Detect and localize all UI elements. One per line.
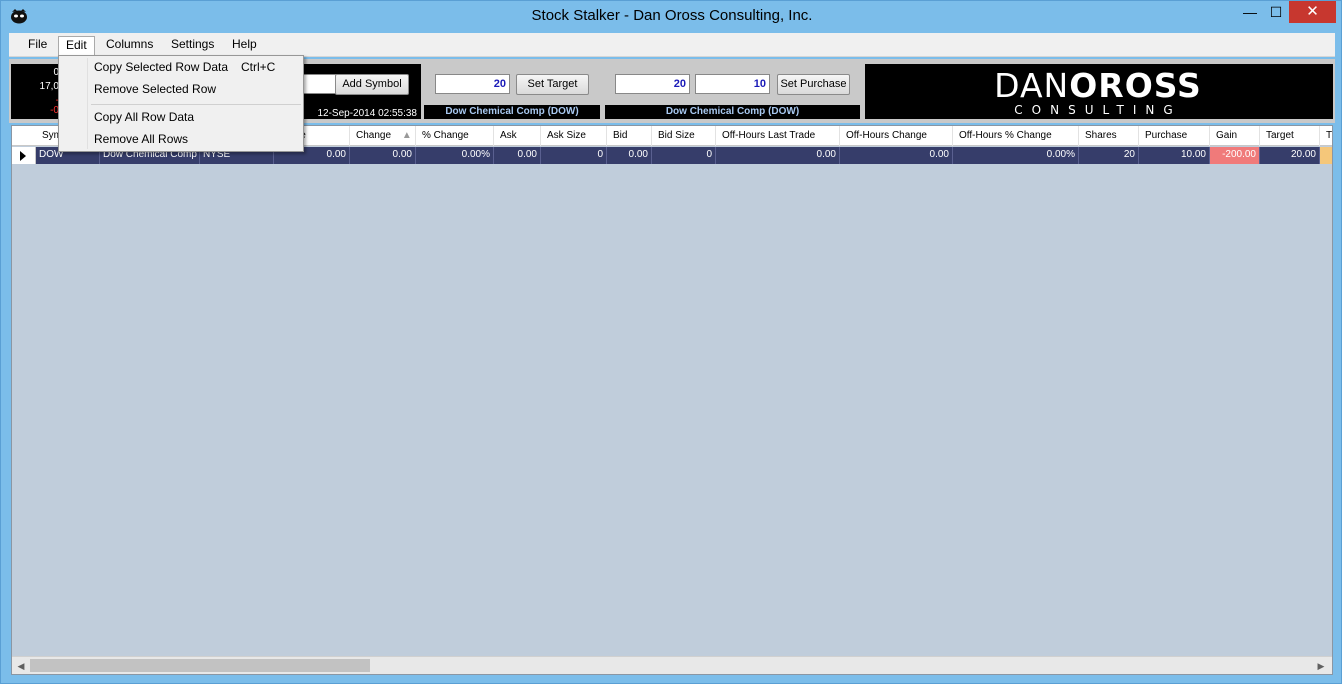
- company-logo: DANOROSS CONSULTING: [865, 64, 1333, 119]
- set-target-button[interactable]: Set Target: [516, 74, 589, 95]
- menu-columns[interactable]: Columns: [99, 36, 160, 55]
- col-header-ask-size[interactable]: Ask Size: [541, 126, 607, 146]
- maximize-button[interactable]: ☐: [1263, 1, 1289, 23]
- cell-oh-change[interactable]: 0.00: [840, 147, 953, 164]
- ticker-line-2: 17,0: [39, 81, 59, 92]
- purchase-panel: 20 10 Set Purchase Dow Chemical Comp (DO…: [605, 64, 860, 119]
- cell-gain[interactable]: -200.00: [1210, 147, 1260, 164]
- target-input[interactable]: 20: [435, 74, 510, 94]
- logo-subtitle: CONSULTING: [1014, 103, 1182, 117]
- cell-change[interactable]: 0.00: [350, 147, 416, 164]
- edit-menu-dropdown: Copy Selected Row Data Ctrl+C Remove Sel…: [58, 55, 304, 152]
- scrollbar-thumb[interactable]: [30, 659, 370, 672]
- menu-copy-selected-row[interactable]: Copy Selected Row Data Ctrl+C: [61, 57, 301, 78]
- horizontal-scrollbar[interactable]: ◀ ▶: [12, 656, 1332, 674]
- menu-file[interactable]: File: [21, 36, 54, 55]
- col-header-purchase[interactable]: Purchase: [1139, 126, 1210, 146]
- cell-pct-change[interactable]: 0.00%: [416, 147, 494, 164]
- col-header-oh-change[interactable]: Off-Hours Change: [840, 126, 953, 146]
- menu-bar: File Edit Columns Settings Help: [9, 33, 1335, 57]
- col-header-ask[interactable]: Ask: [494, 126, 541, 146]
- col-header-bid[interactable]: Bid: [607, 126, 652, 146]
- col-header-truncated[interactable]: T: [1320, 126, 1332, 146]
- sort-up-icon: ▲: [401, 130, 412, 141]
- scroll-right-icon[interactable]: ▶: [1314, 659, 1328, 673]
- datetime-display: 12-Sep-2014 02:55:38: [317, 108, 417, 119]
- set-purchase-button[interactable]: Set Purchase: [777, 74, 850, 95]
- scroll-left-icon[interactable]: ◀: [14, 659, 28, 673]
- cell-oh-pct-change[interactable]: 0.00%: [953, 147, 1079, 164]
- col-header-change[interactable]: Change ▲: [350, 126, 416, 146]
- app-window: Stock Stalker - Dan Oross Consulting, In…: [0, 0, 1342, 684]
- cell-purchase[interactable]: 10.00: [1139, 147, 1210, 164]
- cell-ask-size[interactable]: 0: [541, 147, 607, 164]
- menu-remove-selected-row[interactable]: Remove Selected Row: [61, 79, 301, 100]
- cell-shares[interactable]: 20: [1079, 147, 1139, 164]
- col-header-change-label: Change: [356, 130, 392, 141]
- col-header-oh-pct-change[interactable]: Off-Hours % Change: [953, 126, 1079, 146]
- minimize-button[interactable]: —: [1237, 1, 1263, 23]
- menu-separator: [91, 104, 301, 105]
- menu-help[interactable]: Help: [225, 36, 264, 55]
- menu-remove-all-rows[interactable]: Remove All Rows: [61, 129, 301, 150]
- purchase-shares-input[interactable]: 20: [615, 74, 690, 94]
- cell-oh-last-trade[interactable]: 0.00: [716, 147, 840, 164]
- cell-ask[interactable]: 0.00: [494, 147, 541, 164]
- menu-copy-shortcut: Ctrl+C: [241, 60, 276, 74]
- logo-dan: DAN: [994, 66, 1070, 105]
- cell-truncated[interactable]: [1320, 147, 1332, 164]
- cell-bid[interactable]: 0.00: [607, 147, 652, 164]
- col-header-bid-size[interactable]: Bid Size: [652, 126, 716, 146]
- col-header-oh-last-trade[interactable]: Off-Hours Last Trade: [716, 126, 840, 146]
- target-caption: Dow Chemical Comp (DOW): [424, 105, 600, 119]
- menu-copy-selected-row-label: Copy Selected Row Data: [94, 60, 229, 74]
- close-button[interactable]: ✕: [1289, 1, 1336, 23]
- window-title: Stock Stalker - Dan Oross Consulting, In…: [531, 7, 813, 24]
- title-bar: Stock Stalker - Dan Oross Consulting, In…: [1, 1, 1341, 31]
- cell-target[interactable]: 20.00: [1260, 147, 1320, 164]
- cell-bid-size[interactable]: 0: [652, 147, 716, 164]
- logo-wordmark: DANOROSS: [983, 68, 1213, 104]
- add-symbol-button[interactable]: Add Symbol: [335, 74, 409, 95]
- menu-edit[interactable]: Edit: [58, 36, 95, 55]
- menu-settings[interactable]: Settings: [164, 36, 221, 55]
- ticker-box: 0 17,0 - -0: [11, 64, 61, 119]
- col-header-target[interactable]: Target: [1260, 126, 1320, 146]
- col-header-pct-change[interactable]: % Change: [416, 126, 494, 146]
- col-header-shares[interactable]: Shares: [1079, 126, 1139, 146]
- stock-grid: Sym Trade Change ▲ % Change Ask Ask Size…: [11, 125, 1333, 675]
- purchase-caption: Dow Chemical Comp (DOW): [605, 105, 860, 119]
- purchase-price-input[interactable]: 10: [695, 74, 770, 94]
- target-panel: 20 Set Target Dow Chemical Comp (DOW): [424, 64, 600, 119]
- logo-oross: OROSS: [1069, 66, 1202, 105]
- col-header-gain[interactable]: Gain: [1210, 126, 1260, 146]
- menu-copy-all-rows[interactable]: Copy All Row Data: [61, 107, 301, 128]
